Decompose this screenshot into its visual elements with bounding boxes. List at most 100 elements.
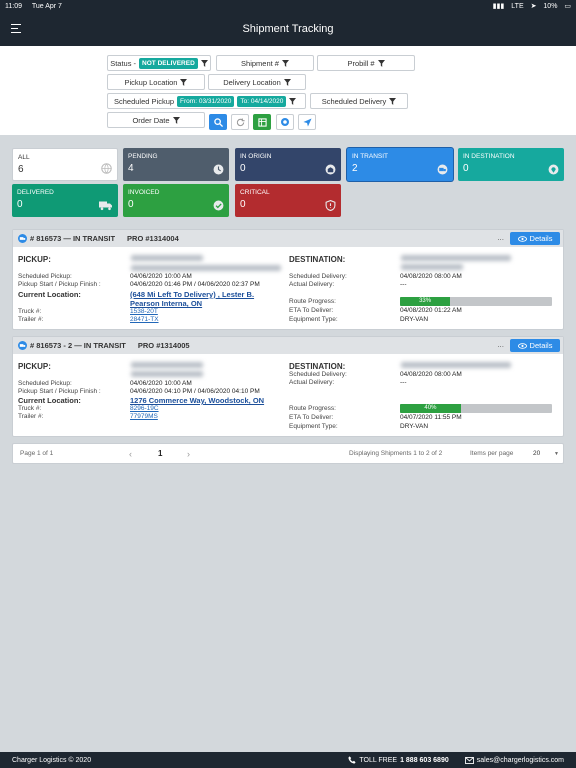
route-progress-label: Route Progress:: [289, 405, 336, 412]
truck-link[interactable]: 8296-19C: [130, 405, 159, 412]
filter-funnel-icon: [180, 78, 188, 86]
tile-count: 0: [128, 199, 134, 210]
trailer-link[interactable]: 77979MS: [130, 413, 158, 420]
truck-link[interactable]: 1538-20T: [130, 308, 158, 315]
eta-label: ETA To Deliver:: [289, 307, 334, 314]
order-date-filter[interactable]: Order Date: [107, 112, 205, 128]
pickup-address-redacted: [131, 371, 203, 377]
tile-critical[interactable]: CRITICAL 0: [235, 184, 341, 217]
tile-count: 2: [352, 163, 358, 174]
tile-invoiced[interactable]: INVOICED 0: [123, 184, 229, 217]
spreadsheet-icon: [257, 117, 267, 127]
shipment-card-header: # 816573 - 2 — IN TRANSIT PRO #1314005 .…: [13, 337, 563, 354]
tile-label: IN DESTINATION: [463, 153, 515, 160]
reset-button[interactable]: [231, 114, 249, 130]
delivery-location-label: Delivery Location: [223, 77, 281, 87]
details-button[interactable]: Details: [510, 232, 560, 245]
scheduled-pickup-filter[interactable]: Scheduled Pickup From: 03/31/2020 To: 04…: [107, 93, 306, 109]
status-time: 11:09: [5, 2, 22, 10]
details-button[interactable]: Details: [510, 339, 560, 352]
eye-icon: [517, 235, 527, 242]
toll-free-link[interactable]: TOLL FREE 1 888 603 6890: [348, 756, 449, 764]
route-progress-fill: 33%: [400, 297, 451, 306]
from-date-chip[interactable]: From: 03/31/2020: [177, 95, 235, 107]
delivery-location-filter[interactable]: Delivery Location: [208, 74, 306, 90]
truck-label: Truck #:: [18, 308, 42, 315]
clock-icon: [213, 164, 224, 175]
tile-in-origin[interactable]: IN ORIGIN 0: [235, 148, 341, 181]
tile-label: CRITICAL: [240, 189, 270, 196]
phone-number: 1 888 603 6890: [400, 756, 449, 764]
to-date-chip[interactable]: To: 04/14/2020: [237, 95, 287, 107]
refresh-icon: [236, 117, 245, 126]
tile-in-transit[interactable]: IN TRANSIT 2: [347, 148, 453, 181]
email-link[interactable]: sales@chargerlogistics.com: [464, 756, 564, 764]
current-location-link[interactable]: 1276 Commerce Way, Woodstock, ON: [130, 396, 264, 405]
tile-count: 0: [240, 163, 246, 174]
pickup-location-filter[interactable]: Pickup Location: [107, 74, 205, 90]
scheduled-delivery-filter[interactable]: Scheduled Delivery: [310, 93, 408, 109]
network-label: LTE: [511, 3, 524, 10]
scheduled-pickup-value: 04/06/2020 10:00 AM: [130, 380, 192, 387]
destination-heading: DESTINATION:: [289, 255, 346, 264]
probill-filter[interactable]: Probill #: [317, 55, 415, 71]
map-pin-button[interactable]: [276, 114, 294, 130]
pickup-start-finish-label: Pickup Start / Pickup Finish :: [18, 281, 101, 288]
next-page-button[interactable]: ›: [187, 449, 190, 459]
actual-delivery-label: Actual Delivery:: [289, 379, 335, 386]
shipment-card-header: # 816573 — IN TRANSIT PRO #1314004 ... D…: [13, 230, 563, 247]
truck-icon: [18, 234, 27, 243]
pickup-heading: PICKUP:: [18, 362, 51, 371]
delivery-truck-icon: [99, 201, 112, 211]
envelope-icon: [464, 756, 474, 764]
shipment-filter-label: Shipment #: [241, 58, 279, 68]
prev-page-button[interactable]: ‹: [129, 449, 132, 459]
signal-icon: ▮▮▮: [492, 3, 505, 10]
current-location-link[interactable]: (648 Mi Left To Delivery) , Lester B. Pe…: [130, 290, 254, 308]
tile-pending[interactable]: PENDING 4: [123, 148, 229, 181]
current-location-label: Current Location:: [18, 290, 81, 299]
ios-status-bar: 11:09 Tue Apr 7 ▮▮▮ LTE ➤ 10% ▭: [0, 0, 576, 12]
tile-in-destination[interactable]: IN DESTINATION 0: [458, 148, 564, 181]
scheduled-delivery-label: Scheduled Delivery:: [289, 371, 347, 378]
current-page-number[interactable]: 1: [158, 449, 162, 458]
actual-delivery-value: ---: [400, 281, 407, 288]
search-button[interactable]: [209, 114, 227, 130]
phone-icon: [348, 756, 356, 764]
export-excel-button[interactable]: [253, 114, 271, 130]
destination-heading: DESTINATION:: [289, 362, 346, 371]
copyright: Charger Logistics © 2020: [12, 756, 92, 764]
battery-icon: ▭: [564, 3, 571, 10]
order-date-label: Order Date: [132, 115, 170, 125]
filter-funnel-icon: [281, 59, 289, 67]
status-filter-value: NOT DELIVERED: [139, 57, 198, 69]
scheduled-delivery-value: 04/08/2020 08:00 AM: [400, 273, 462, 280]
tile-all[interactable]: ALL 6: [12, 148, 118, 181]
navigate-button[interactable]: [298, 114, 316, 130]
actual-delivery-label: Actual Delivery:: [289, 281, 335, 288]
items-per-page-select[interactable]: 20: [533, 450, 540, 457]
shipment-card: # 816573 - 2 — IN TRANSIT PRO #1314005 .…: [12, 336, 564, 437]
check-circle-icon: [213, 200, 224, 211]
hamburger-menu-icon[interactable]: [11, 24, 21, 33]
trailer-link[interactable]: 28471-TX: [130, 316, 159, 323]
tile-label: ALL: [18, 154, 30, 161]
eta-label: ETA To Deliver:: [289, 414, 334, 421]
footer: Charger Logistics © 2020 TOLL FREE 1 888…: [0, 752, 576, 768]
shipment-number-filter[interactable]: Shipment #: [216, 55, 314, 71]
more-options-icon[interactable]: ...: [497, 233, 504, 242]
filter-funnel-icon: [377, 59, 385, 67]
shipment-title: # 816573 - 2 — IN TRANSIT: [30, 341, 126, 350]
status-filter[interactable]: Status - NOT DELIVERED: [107, 55, 211, 71]
chevron-down-icon[interactable]: ▼: [554, 451, 559, 457]
details-button-label: Details: [529, 341, 553, 350]
more-options-icon[interactable]: ...: [497, 340, 504, 349]
location-arrow-icon: ➤: [530, 3, 537, 10]
scheduled-pickup-label: Scheduled Pickup:: [18, 380, 72, 387]
globe-icon: [101, 163, 112, 174]
scheduled-delivery-label: Scheduled Delivery: [321, 96, 387, 106]
filter-funnel-icon: [283, 78, 291, 86]
tile-delivered[interactable]: DELIVERED 0: [12, 184, 118, 217]
probill-filter-label: Probill #: [347, 58, 375, 68]
route-progress-label: Route Progress:: [289, 298, 336, 305]
